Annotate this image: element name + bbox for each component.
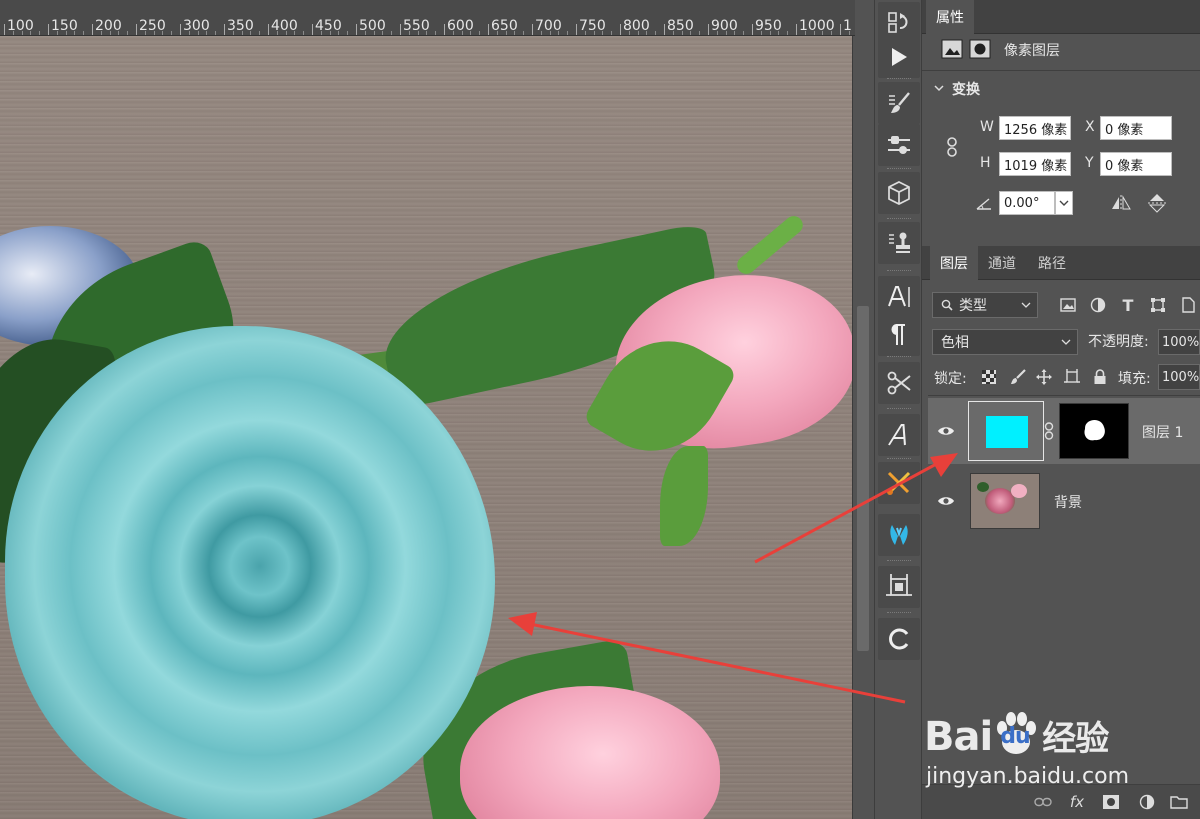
- arrow-to-rose-head: [508, 612, 537, 636]
- arrow-to-rose: [529, 622, 906, 704]
- annotation-arrows: [508, 453, 958, 704]
- arrow-to-layer-thumbnail: [754, 460, 941, 564]
